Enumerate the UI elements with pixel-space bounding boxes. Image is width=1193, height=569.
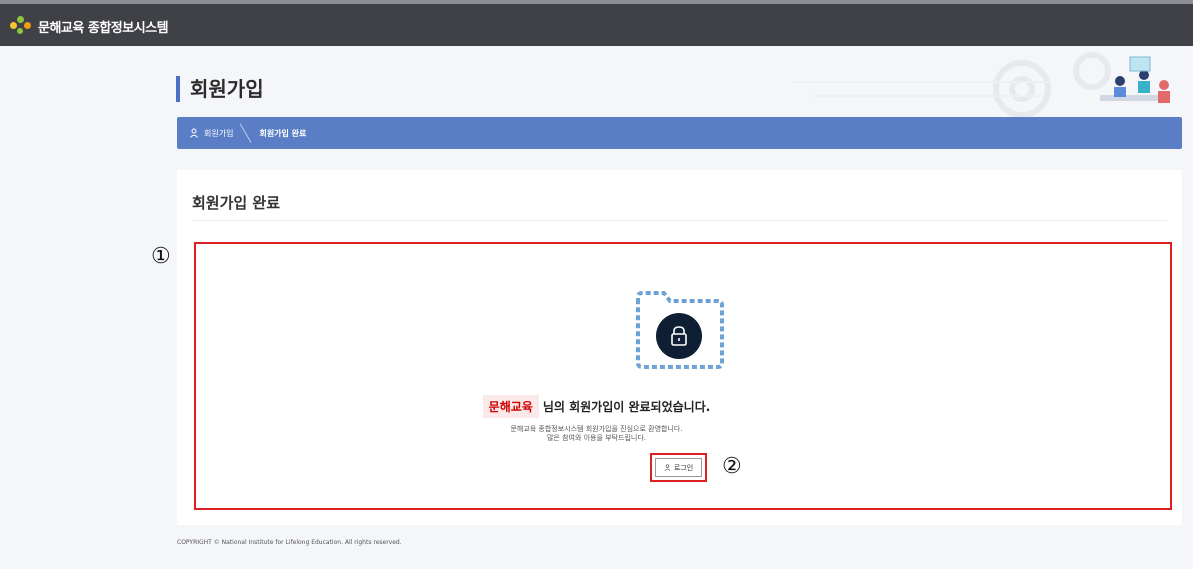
annotation-marker-2: ② [722,454,742,479]
login-button[interactable]: 로그인 [655,458,702,477]
breadcrumb-label: 회원가입 완료 [259,128,307,138]
person-icon [664,464,671,471]
divider [192,220,1167,221]
brand-title: 문해교육 종합정보시스템 [38,20,169,36]
page-header: 회원가입 [176,52,1182,118]
panel-title: 회원가입 완료 [192,194,281,212]
lock-icon [671,326,687,346]
breadcrumb-separator [239,117,253,149]
breadcrumb-item-complete: 회원가입 완료 [259,128,306,139]
person-icon [190,128,198,138]
completion-text: 님의 회원가입이 완료되었습니다. [542,400,711,414]
user-name: 문해교육 [482,395,539,418]
annotation-marker-1: ① [151,244,171,269]
welcome-line-2: 많은 참여와 이용을 부탁드립니다. [546,434,647,442]
lock-badge [656,313,702,359]
welcome-line-1: 문해교육 종합정보시스템 회원가입을 진심으로 환영합니다. [510,425,683,433]
logo-icon [10,16,32,36]
brand[interactable]: 문해교육 종합정보시스템 [10,16,169,36]
login-button-label: 로그인 [673,463,694,472]
header-illustration [792,52,1170,118]
footer-copyright: COPYRIGHT © National Institute for Lifel… [177,539,402,546]
breadcrumb-item-signup[interactable]: 회원가입 [189,128,233,139]
breadcrumb: 회원가입 회원가입 완료 [177,117,1182,149]
top-navigation-bar: 문해교육 종합정보시스템 [0,0,1193,46]
breadcrumb-label: 회원가입 [204,128,234,138]
completion-message: 문해교육 님의 회원가입이 완료되었습니다. [0,395,1193,418]
annotation-box-2: 로그인 [650,453,707,482]
page-title: 회원가입 [176,76,264,102]
welcome-text: 문해교육 종합정보시스템 회원가입을 진심으로 환영합니다. 많은 참여와 이용… [0,425,1193,443]
